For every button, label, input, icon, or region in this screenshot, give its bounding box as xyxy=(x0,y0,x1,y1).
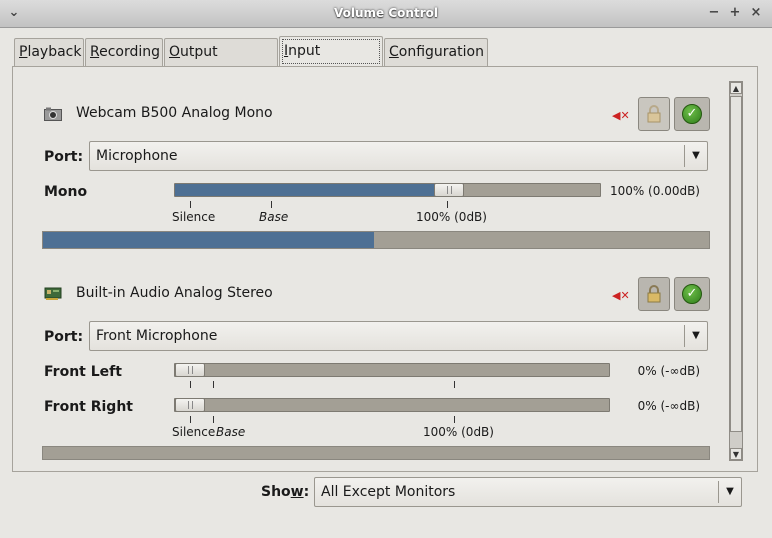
volume-fill xyxy=(175,184,439,196)
scrollbar-thumb[interactable] xyxy=(730,96,742,432)
lock-channels-button[interactable] xyxy=(638,97,670,131)
device-name: Built-in Audio Analog Stereo xyxy=(76,285,273,301)
set-default-button[interactable]: ✓ xyxy=(674,277,710,311)
volume-value: 0% (-∞dB) xyxy=(637,399,700,413)
check-icon: ✓ xyxy=(682,284,702,304)
mark-base: Base xyxy=(259,210,289,224)
slider-handle[interactable] xyxy=(175,398,205,412)
tick-mark xyxy=(190,416,191,423)
port-select[interactable]: Front Microphone ▼ xyxy=(89,321,708,351)
mute-icon[interactable]: ◀✕ xyxy=(612,289,630,302)
channel-label: Mono xyxy=(44,184,88,200)
show-select[interactable]: All Except Monitors ▼ xyxy=(314,477,742,507)
tab-input-devices[interactable]: Input Devices xyxy=(279,36,383,87)
check-icon: ✓ xyxy=(682,104,702,124)
tick-mark xyxy=(213,381,214,388)
mark-silence: Silence xyxy=(172,425,216,439)
maximize-icon[interactable]: + xyxy=(727,5,743,21)
channel-label: Front Left xyxy=(44,364,122,380)
show-value: All Except Monitors xyxy=(321,484,456,500)
volume-slider[interactable] xyxy=(174,363,610,377)
lock-icon xyxy=(647,105,661,123)
channel-label: Front Right xyxy=(44,399,133,415)
tick-mark xyxy=(271,201,272,208)
mark-norm: 100% (0dB) xyxy=(423,425,494,439)
slider-handle[interactable] xyxy=(175,363,205,377)
tick-mark xyxy=(454,416,455,423)
port-label: Port: xyxy=(44,329,84,345)
close-icon[interactable]: × xyxy=(748,5,764,21)
port-value: Microphone xyxy=(96,148,178,164)
tab-configuration[interactable]: Configuration xyxy=(384,38,488,66)
minimize-icon[interactable]: − xyxy=(706,5,722,21)
mark-silence: Silence xyxy=(172,210,216,224)
title-bar: ⌄ Volume Control − + × xyxy=(0,0,772,28)
window-title: Volume Control xyxy=(334,6,438,20)
tick-mark xyxy=(190,201,191,208)
scroll-down-icon[interactable]: ▼ xyxy=(730,448,742,460)
level-meter xyxy=(42,446,710,460)
tick-mark xyxy=(447,201,448,208)
port-label: Port: xyxy=(44,149,84,165)
soundcard-icon xyxy=(44,287,62,300)
set-default-button[interactable]: ✓ xyxy=(674,97,710,131)
slider-handle[interactable] xyxy=(434,183,464,197)
mute-icon[interactable]: ◀✕ xyxy=(612,109,630,122)
volume-slider[interactable] xyxy=(174,183,601,197)
tick-mark xyxy=(454,381,455,388)
level-meter-fill xyxy=(43,232,374,248)
port-select[interactable]: Microphone ▼ xyxy=(89,141,708,171)
volume-value: 0% (-∞dB) xyxy=(637,364,700,378)
scroll-up-icon[interactable]: ▲ xyxy=(730,82,742,94)
tab-output-devices[interactable]: Output Devices xyxy=(164,38,278,86)
mark-norm: 100% (0dB) xyxy=(416,210,487,224)
lock-channels-button[interactable] xyxy=(638,277,670,311)
volume-value: 100% (0.00dB) xyxy=(609,184,700,198)
volume-slider[interactable] xyxy=(174,398,610,412)
show-label: Show: xyxy=(261,484,310,500)
port-value: Front Microphone xyxy=(96,328,218,344)
tick-mark xyxy=(190,381,191,388)
webcam-icon xyxy=(44,107,62,121)
vertical-scrollbar[interactable]: ▲ ▼ xyxy=(729,81,743,461)
mark-base: Base xyxy=(216,425,246,439)
tick-mark xyxy=(213,416,214,423)
device-name: Webcam B500 Analog Mono xyxy=(76,105,273,121)
chevron-down-icon: ▼ xyxy=(718,481,741,503)
lock-icon xyxy=(647,285,661,303)
tab-playback[interactable]: Playback xyxy=(14,38,84,66)
chevron-down-icon: ▼ xyxy=(684,325,707,347)
level-meter xyxy=(42,231,710,249)
tab-recording[interactable]: Recording xyxy=(85,38,163,66)
chevron-down-icon: ▼ xyxy=(684,145,707,167)
